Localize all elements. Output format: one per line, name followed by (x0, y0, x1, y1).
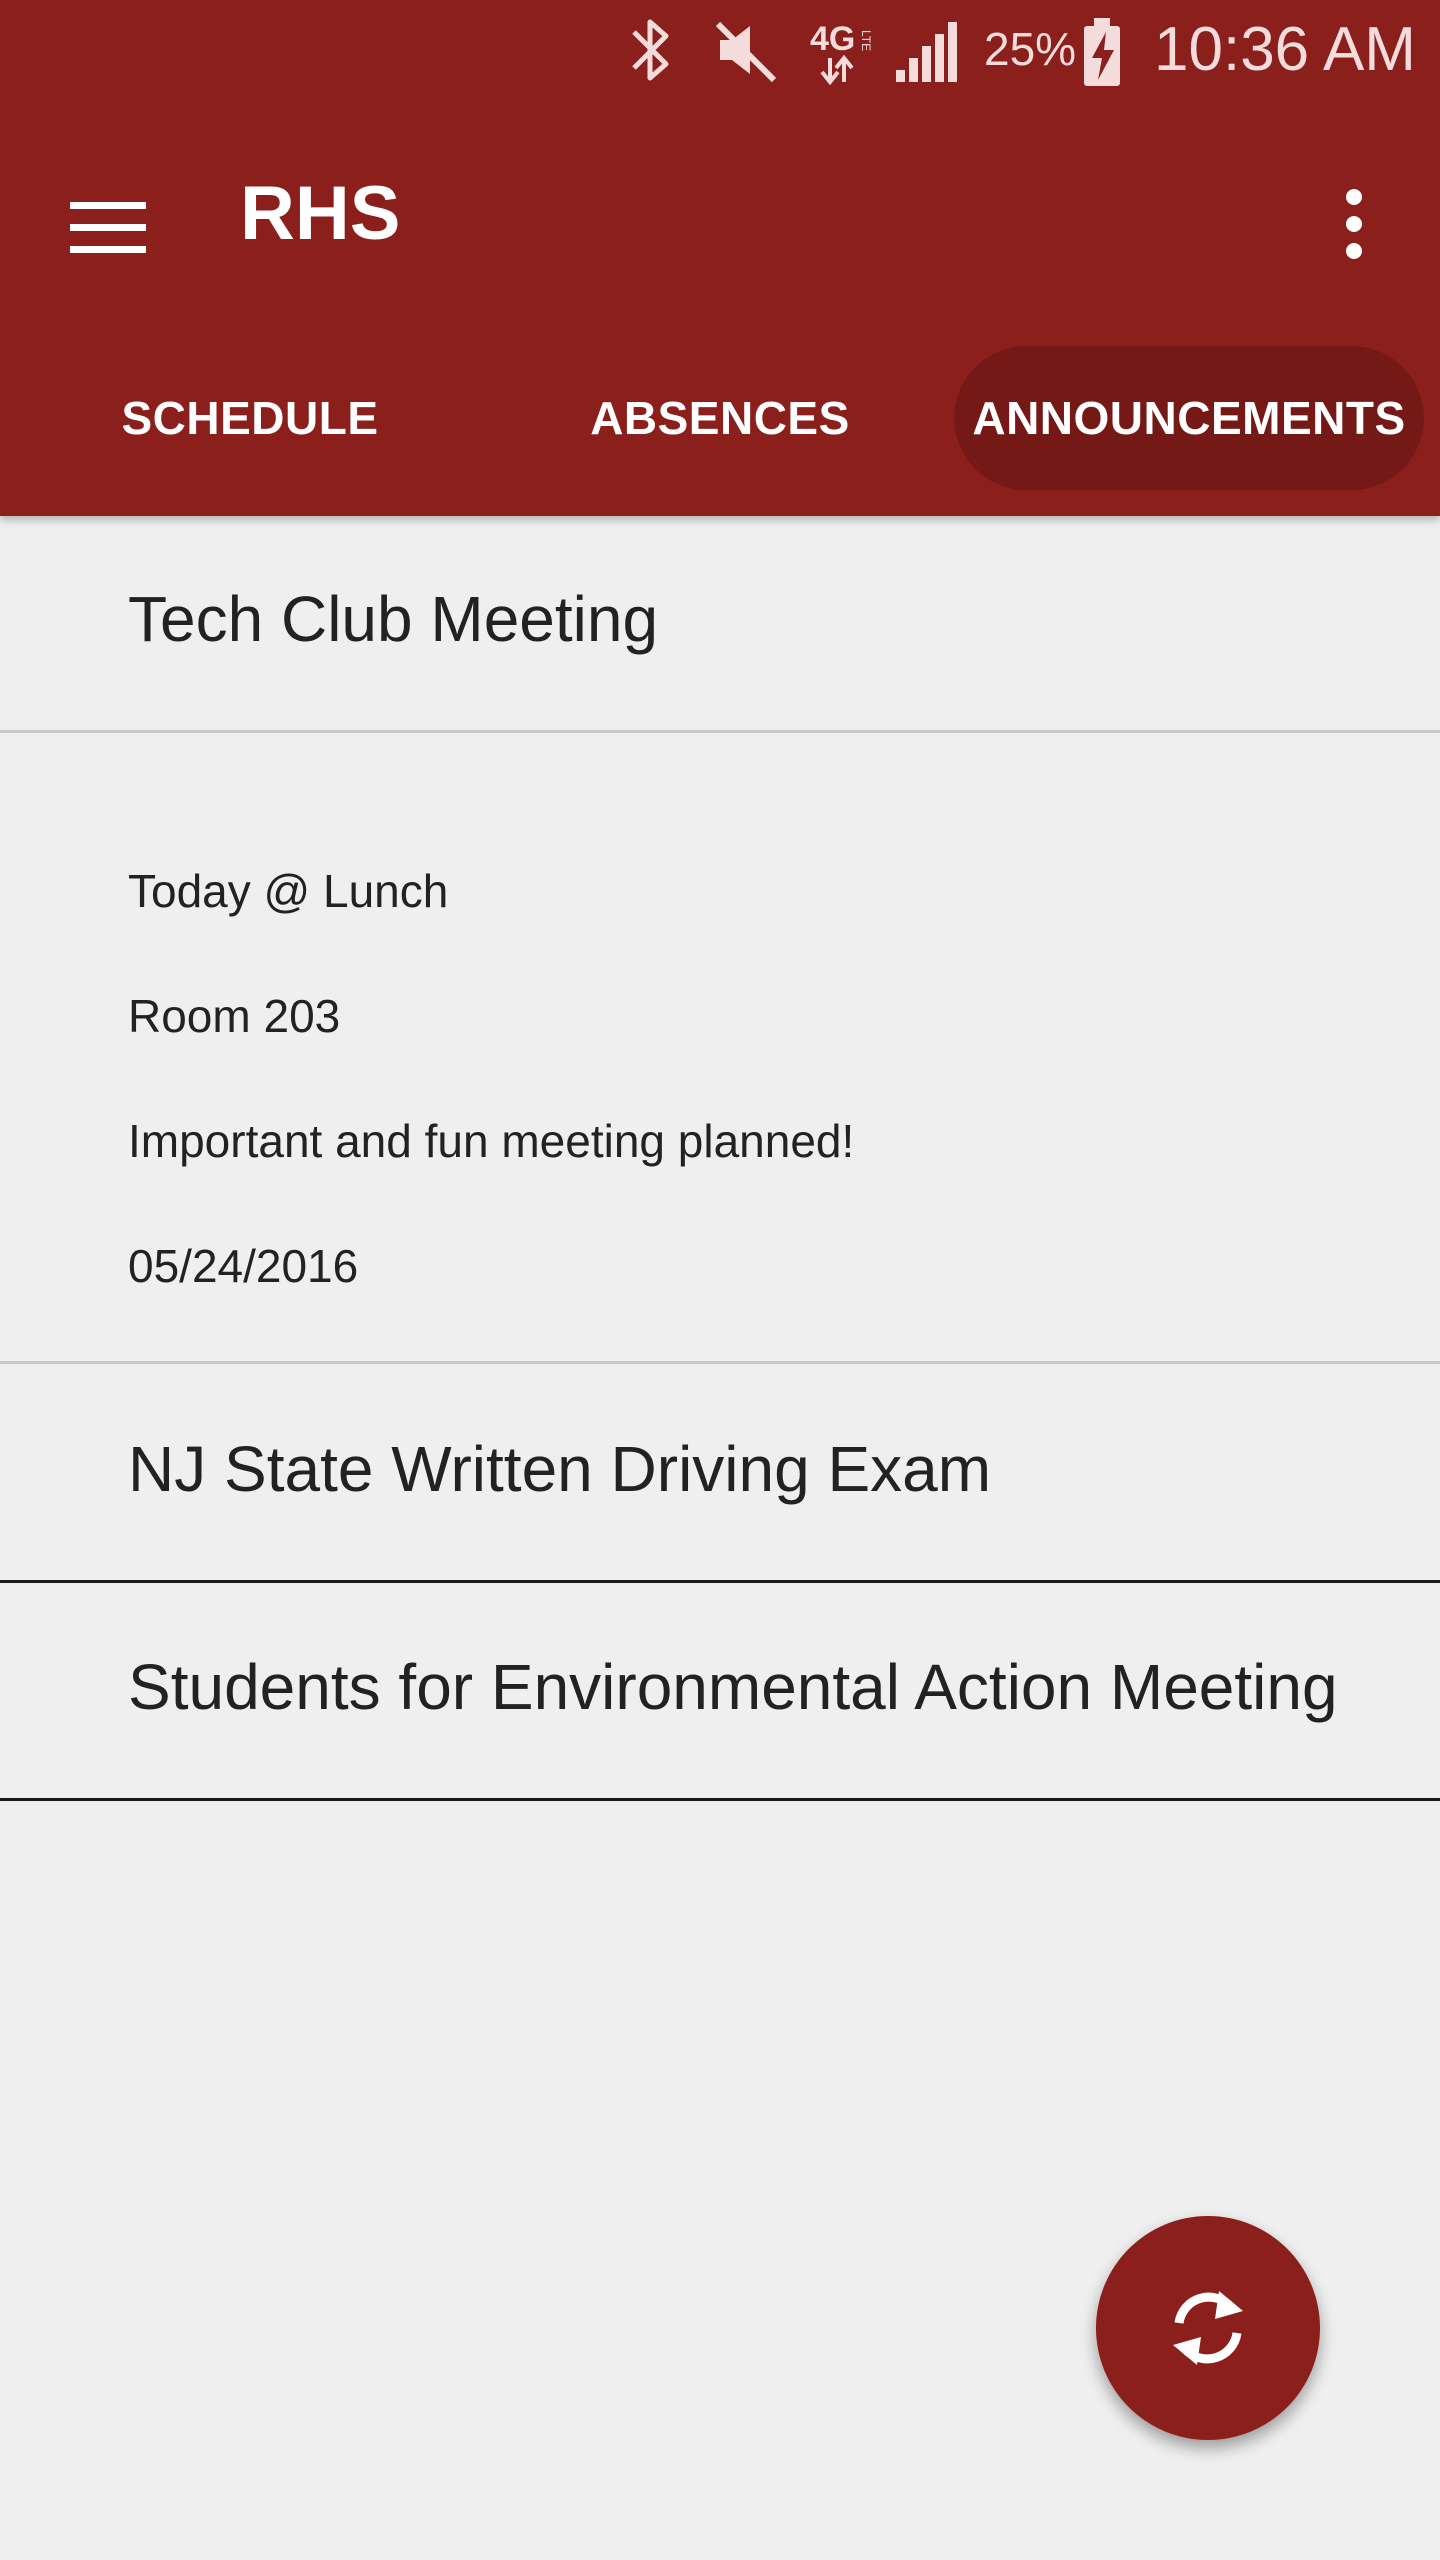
announcement-title-environmental-action[interactable]: Students for Environmental Action Meetin… (128, 1650, 1338, 1724)
detail-date: 05/24/2016 (128, 1240, 359, 1292)
menu-button[interactable] (60, 180, 156, 276)
detail-room: Room 203 (128, 990, 341, 1042)
detail-description: Important and fun meeting planned! (128, 1115, 855, 1167)
clock: 10:36 AM (1154, 15, 1416, 84)
tab-announcements[interactable]: ANNOUNCEMENTS (954, 346, 1424, 490)
app-title: RHS (240, 171, 401, 256)
app-bar: 4G LTE 25% 10:36 AM RHS SCHEDULE ABSENCE… (0, 0, 1440, 516)
tab-absences[interactable]: ABSENCES (500, 346, 940, 490)
tab-bar: SCHEDULE ABSENCES ANNOUNCEMENTS (0, 346, 1440, 490)
divider (0, 730, 1440, 733)
signal-icon (894, 14, 964, 91)
divider (0, 1798, 1440, 1801)
mute-icon (712, 14, 782, 91)
divider (0, 1361, 1440, 1364)
refresh-icon (1173, 2291, 1243, 2365)
divider (0, 1580, 1440, 1583)
announcement-title-tech-club[interactable]: Tech Club Meeting (128, 582, 658, 656)
bluetooth-icon (626, 14, 678, 91)
tab-schedule[interactable]: SCHEDULE (30, 346, 470, 490)
announcement-title-driving-exam[interactable]: NJ State Written Driving Exam (128, 1432, 991, 1506)
menu-icon (70, 202, 146, 253)
refresh-button[interactable] (1096, 2216, 1320, 2440)
detail-time: Today @ Lunch (128, 865, 449, 917)
more-vert-icon (1346, 189, 1362, 259)
status-bar: 4G LTE 25% 10:36 AM (0, 0, 1440, 100)
svg-text:4G: 4G (810, 20, 855, 58)
toolbar: RHS (0, 110, 1440, 320)
4g-lte-icon: 4G LTE (810, 14, 890, 95)
svg-text:LTE: LTE (859, 30, 873, 51)
battery-percent: 25% (984, 23, 1077, 75)
overflow-menu-button[interactable] (1306, 176, 1402, 272)
battery-charging-icon (1080, 14, 1126, 95)
